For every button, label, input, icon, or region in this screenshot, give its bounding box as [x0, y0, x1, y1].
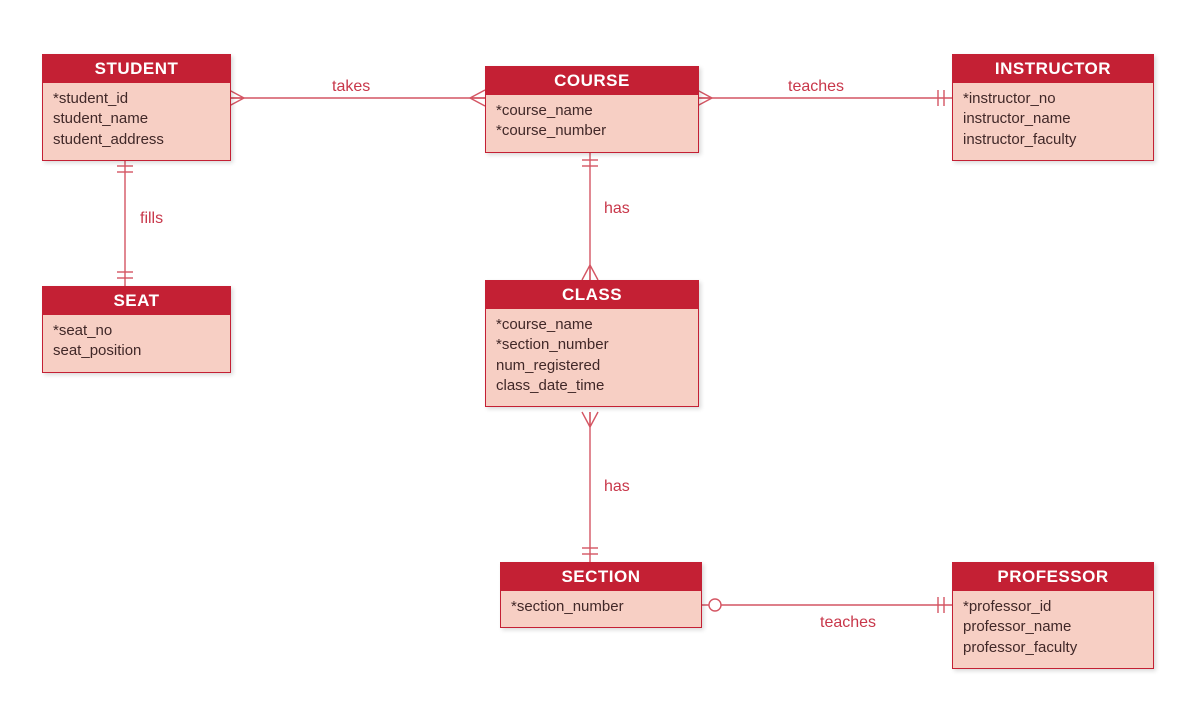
- entity-class[interactable]: CLASS *course_name *section_number num_r…: [485, 280, 699, 407]
- entity-seat[interactable]: SEAT *seat_no seat_position: [42, 286, 231, 373]
- entity-student[interactable]: STUDENT *student_id student_name student…: [42, 54, 231, 161]
- attr: *section_number: [511, 597, 691, 617]
- attr: *instructor_no: [963, 89, 1143, 109]
- attr: seat_position: [53, 341, 220, 361]
- entity-class-body: *course_name *section_number num_registe…: [486, 309, 698, 406]
- entity-instructor-body: *instructor_no instructor_name instructo…: [953, 83, 1153, 160]
- entity-professor-body: *professor_id professor_name professor_f…: [953, 591, 1153, 668]
- entity-professor-title: PROFESSOR: [953, 563, 1153, 591]
- er-diagram-canvas: STUDENT *student_id student_name student…: [0, 0, 1201, 724]
- attr: *student_id: [53, 89, 220, 109]
- entity-student-body: *student_id student_name student_address: [43, 83, 230, 160]
- rel-label-has-class-section: has: [604, 478, 630, 496]
- attr: class_date_time: [496, 376, 688, 396]
- rel-label-teaches-section: teaches: [820, 614, 876, 632]
- entity-seat-title: SEAT: [43, 287, 230, 315]
- attr: student_address: [53, 130, 220, 150]
- rel-label-has-course-class: has: [604, 200, 630, 218]
- entity-course-title: COURSE: [486, 67, 698, 95]
- rel-label-takes: takes: [332, 78, 370, 96]
- entity-section[interactable]: SECTION *section_number: [500, 562, 702, 628]
- attr: instructor_faculty: [963, 130, 1143, 150]
- attr: student_name: [53, 109, 220, 129]
- attr: *course_number: [496, 121, 688, 141]
- entity-course[interactable]: COURSE *course_name *course_number: [485, 66, 699, 153]
- attr: *seat_no: [53, 321, 220, 341]
- attr: *course_name: [496, 101, 688, 121]
- entity-class-title: CLASS: [486, 281, 698, 309]
- entity-course-body: *course_name *course_number: [486, 95, 698, 152]
- entity-student-title: STUDENT: [43, 55, 230, 83]
- attr: num_registered: [496, 356, 688, 376]
- attr: professor_name: [963, 617, 1143, 637]
- entity-section-title: SECTION: [501, 563, 701, 591]
- rel-label-fills: fills: [140, 210, 163, 228]
- entity-seat-body: *seat_no seat_position: [43, 315, 230, 372]
- entity-professor[interactable]: PROFESSOR *professor_id professor_name p…: [952, 562, 1154, 669]
- entity-instructor[interactable]: INSTRUCTOR *instructor_no instructor_nam…: [952, 54, 1154, 161]
- attr: instructor_name: [963, 109, 1143, 129]
- attr: professor_faculty: [963, 638, 1143, 658]
- attr: *section_number: [496, 335, 688, 355]
- attr: *professor_id: [963, 597, 1143, 617]
- entity-instructor-title: INSTRUCTOR: [953, 55, 1153, 83]
- rel-label-teaches-course: teaches: [788, 78, 844, 96]
- attr: *course_name: [496, 315, 688, 335]
- entity-section-body: *section_number: [501, 591, 701, 627]
